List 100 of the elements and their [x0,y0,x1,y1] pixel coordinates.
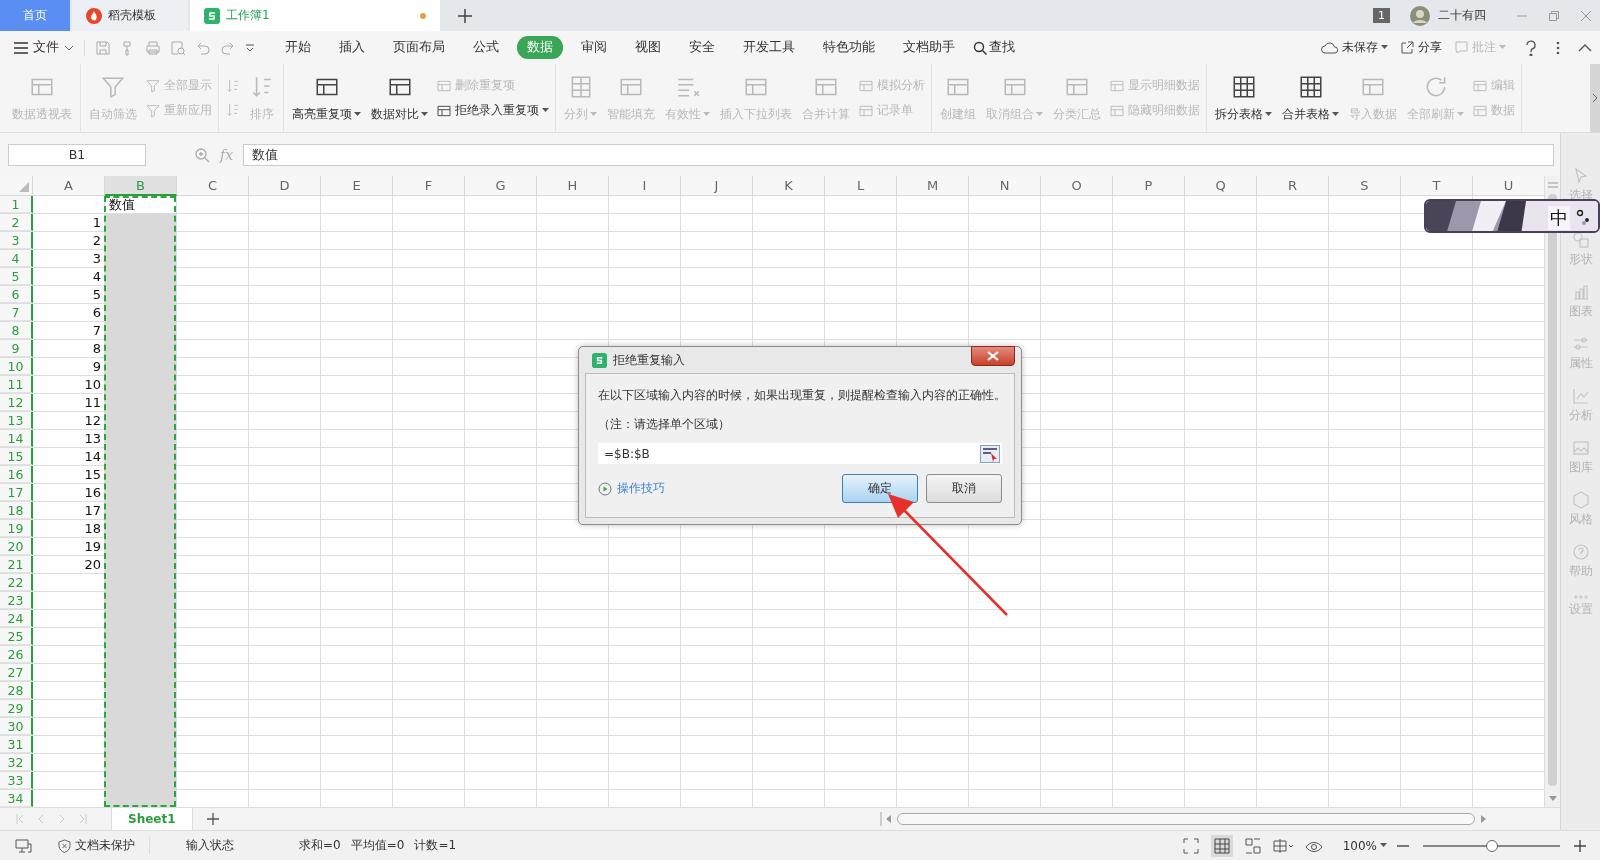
row-header[interactable]: 23 [0,592,33,609]
row-header[interactable]: 27 [0,664,33,681]
user-name[interactable]: 二十有四 [1438,7,1486,24]
column-header[interactable]: H [537,176,609,196]
column-header[interactable]: P [1113,176,1185,196]
range-picker-icon[interactable] [980,444,1000,463]
row-header[interactable]: 26 [0,646,33,663]
zoom-in-icon[interactable] [1574,839,1586,852]
file-menu[interactable]: 文件 [14,39,74,56]
row-header[interactable]: 4 [0,250,33,267]
row-header[interactable]: 12 [0,394,33,411]
punctuation-icon[interactable] [1576,209,1590,223]
document-tab[interactable]: 首页 [0,0,70,31]
row-header[interactable]: 15 [0,448,33,465]
column-header[interactable]: D [249,176,321,196]
row-header[interactable]: 16 [0,466,33,483]
close-button[interactable] [971,346,1015,366]
row-header[interactable]: 17 [0,484,33,501]
row-header[interactable]: 10 [0,358,33,375]
dialog-button[interactable]: 取消 [926,474,1002,503]
formula-field[interactable]: 数值 [243,143,1554,166]
row-header[interactable]: 2 [0,214,33,231]
first-sheet-icon[interactable] [16,814,24,824]
row-header[interactable]: 6 [0,286,33,303]
tips-link[interactable]: 操作技巧 [598,480,665,497]
ribbon-tab[interactable]: 页面布局 [383,36,455,59]
row-header[interactable]: 3 [0,232,33,249]
column-header[interactable]: F [393,176,465,196]
row-header[interactable]: 25 [0,628,33,645]
row-header[interactable]: 7 [0,304,33,321]
last-sheet-icon[interactable] [79,814,87,824]
page-break-icon[interactable] [1244,837,1261,854]
row-header[interactable]: 22 [0,574,33,591]
column-header[interactable]: N [969,176,1041,196]
input-method-toolbar[interactable]: 中 [1424,199,1600,233]
ribbon-tab[interactable]: 视图 [625,36,671,59]
row-header[interactable]: 5 [0,268,33,285]
column-header[interactable]: B [105,176,177,196]
dialog-button[interactable]: 确定 [842,474,918,503]
previous-sheet-icon[interactable] [37,814,45,824]
next-sheet-icon[interactable] [58,814,66,824]
ime-mode[interactable]: 中 [1548,206,1570,230]
save-icon[interactable] [95,39,111,56]
restore-icon[interactable] [1548,9,1560,22]
column-header[interactable]: K [753,176,825,196]
ribbon-button[interactable]: 拒绝录入重复项 [434,101,551,120]
search-button[interactable]: 查找 [973,39,1015,56]
row-header[interactable]: 14 [0,430,33,447]
avatar[interactable] [1410,5,1430,26]
function-button[interactable]: fx [220,146,234,163]
ribbon-tab[interactable]: 审阅 [571,36,617,59]
add-sheet-icon[interactable] [206,813,219,825]
ribbon-tab[interactable]: 公式 [463,36,509,59]
toolbar-button[interactable]: 未保存 [1321,39,1388,56]
row-header[interactable]: 11 [0,376,33,393]
range-field[interactable]: =$B:$B [598,443,1002,464]
row-header[interactable]: 1 [0,196,33,213]
row-header[interactable]: 24 [0,610,33,627]
column-header[interactable]: C [177,176,249,196]
column-header[interactable]: J [681,176,753,196]
ribbon-tab[interactable]: 开发工具 [733,36,805,59]
device-icon[interactable] [14,837,32,854]
row-header[interactable]: 34 [0,790,33,807]
row-header[interactable]: 30 [0,718,33,735]
customize-icon[interactable] [245,43,255,52]
preview-icon[interactable] [170,39,186,56]
print-icon[interactable] [145,39,161,56]
protection-status[interactable]: 文档未保护 [58,837,150,854]
ribbon-tab[interactable]: 开始 [275,36,321,59]
row-header[interactable]: 31 [0,736,33,753]
column-header[interactable]: I [609,176,681,196]
toolbar-button[interactable]: 分享 [1400,39,1442,56]
ribbon-tab[interactable]: 插入 [329,36,375,59]
row-header[interactable]: 28 [0,682,33,699]
column-header[interactable]: R [1257,176,1329,196]
ribbon-tab[interactable]: 文档助手 [893,36,965,59]
ribbon-button[interactable]: 数据对比 [367,69,432,127]
document-tab[interactable]: 工作簿1 [190,0,440,31]
ribbon-button[interactable]: 拆分表格 [1211,69,1276,127]
side-panel-button[interactable]: 风格 [1568,491,1593,543]
normal-view-button[interactable] [1210,834,1233,857]
fullscreen-icon[interactable] [1182,837,1199,854]
window-count-badge[interactable]: 1 [1373,8,1390,23]
row-header[interactable]: 9 [0,340,33,357]
ribbon-tab[interactable]: 安全 [679,36,725,59]
column-header[interactable]: T [1401,176,1473,196]
row-header[interactable]: 29 [0,700,33,717]
row-header[interactable]: 20 [0,538,33,555]
slider-thumb[interactable] [1485,839,1498,852]
row-header[interactable]: 21 [0,556,33,573]
freeze-icon[interactable] [1272,837,1293,854]
column-header[interactable]: G [465,176,537,196]
column-header[interactable]: L [825,176,897,196]
close-icon[interactable] [1580,9,1592,22]
row-header[interactable]: 13 [0,412,33,429]
row-header[interactable]: 8 [0,322,33,339]
row-header[interactable]: 19 [0,520,33,537]
zoom-level[interactable]: 100% [1342,838,1387,853]
ribbon-button[interactable]: 合并表格 [1278,69,1343,127]
ribbon-tab[interactable]: 特色功能 [813,36,885,59]
